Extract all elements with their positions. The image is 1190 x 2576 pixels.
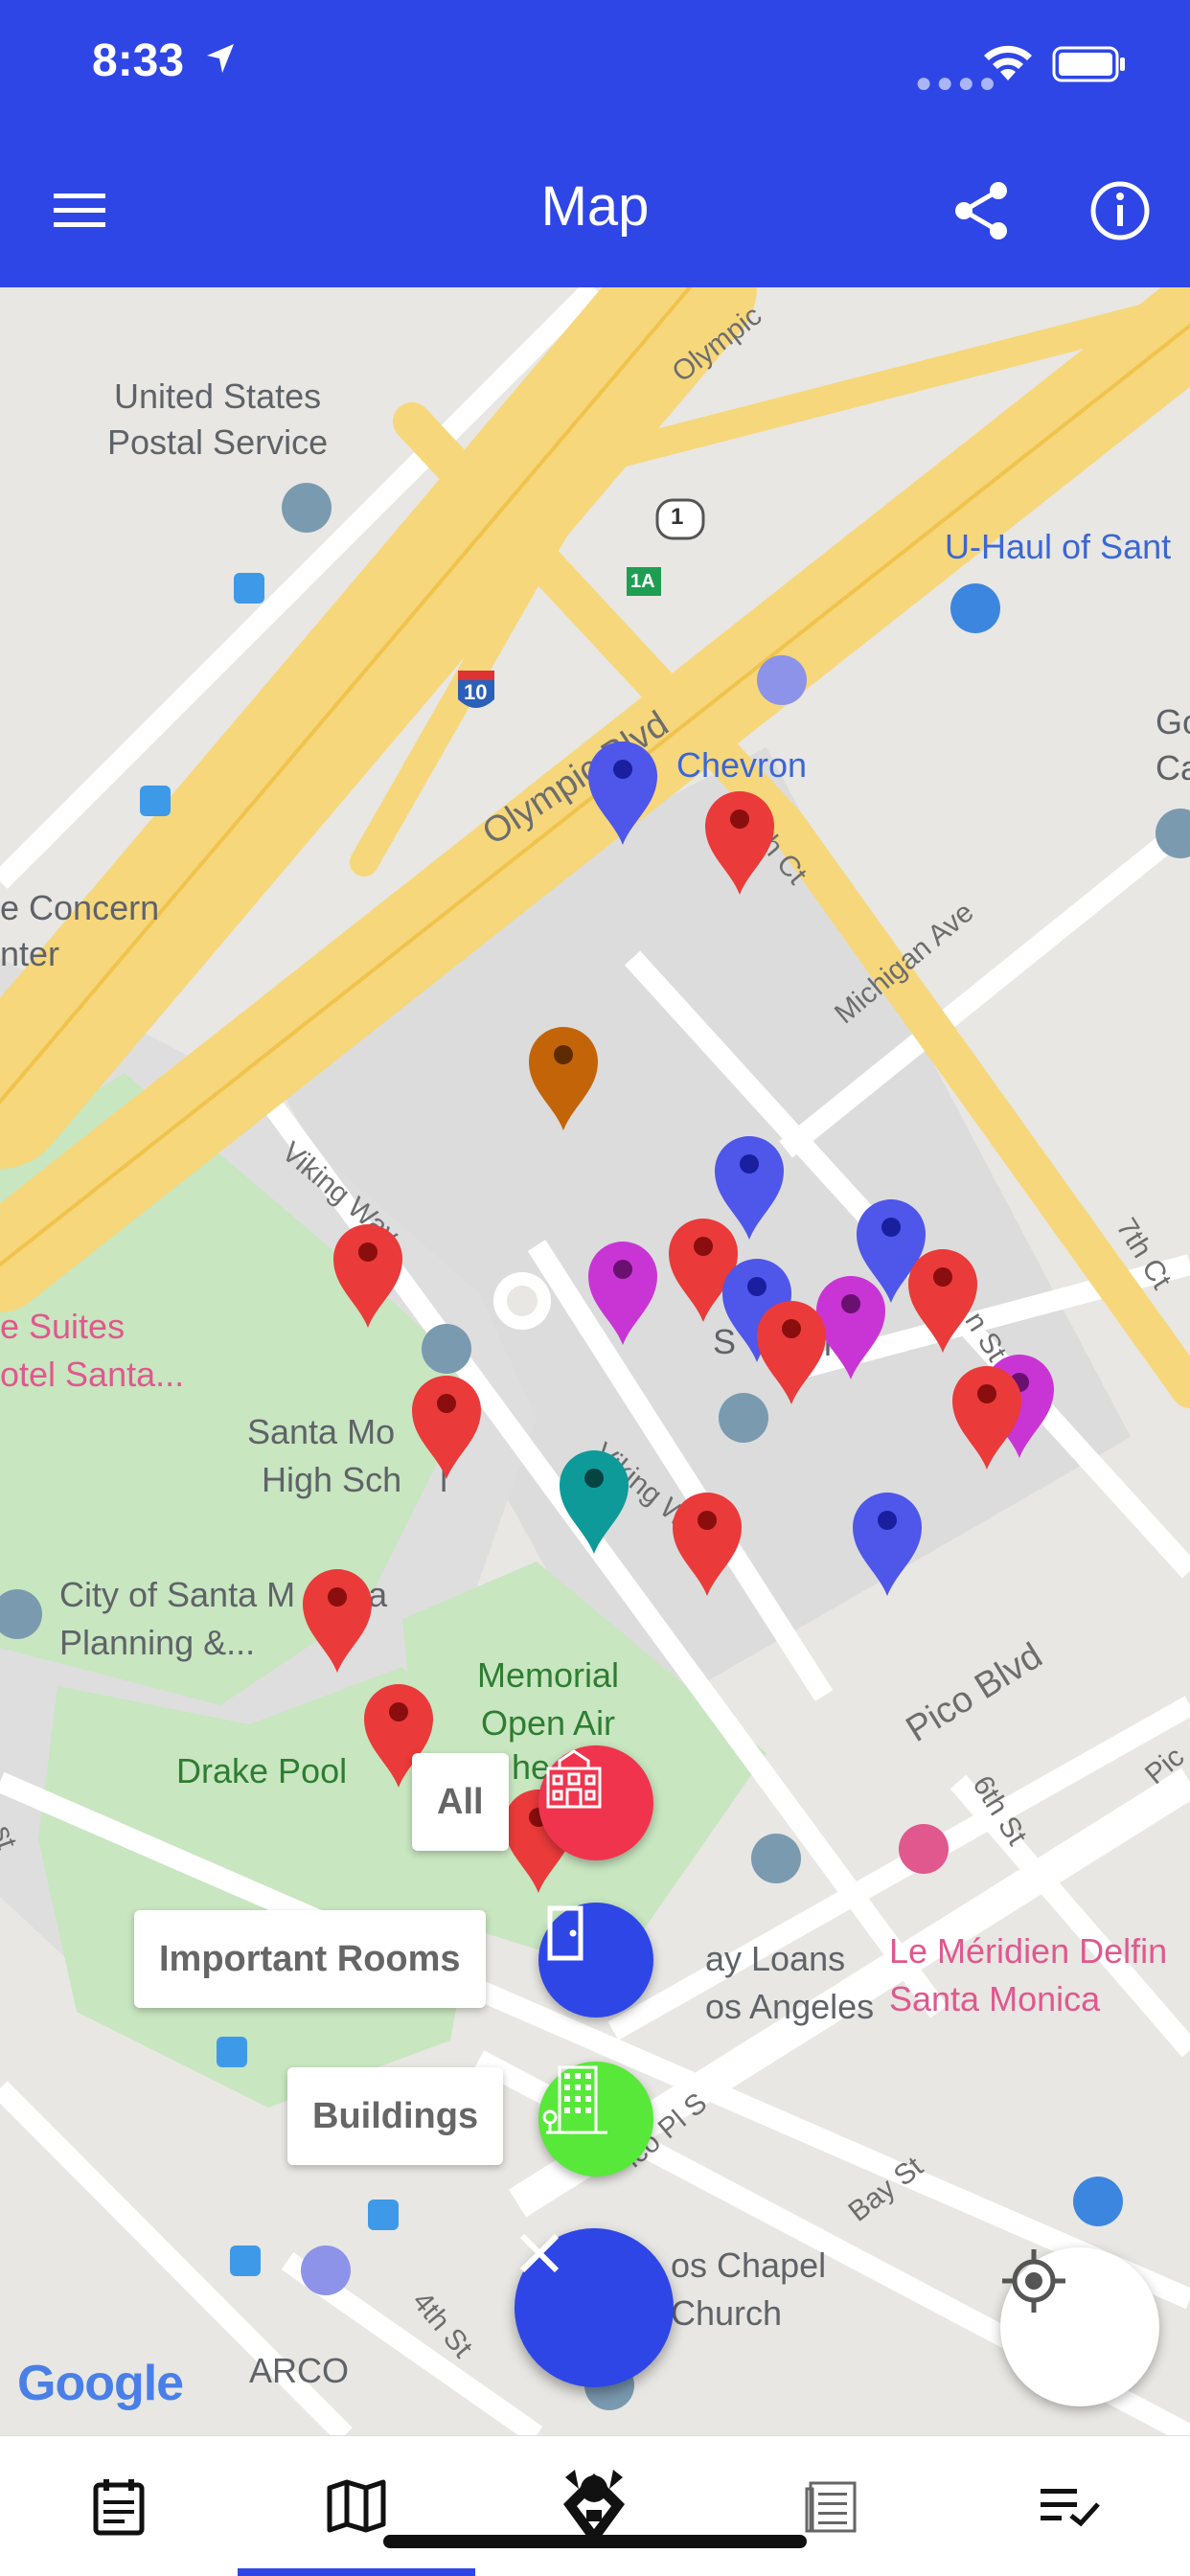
app-bar: Map [0, 125, 1190, 287]
crosshair-location-icon [1002, 2249, 1065, 2313]
my-location-button[interactable] [1000, 2247, 1159, 2406]
door-icon [547, 1905, 584, 1961]
filter-buildings-button[interactable] [538, 2062, 653, 2177]
map-marker-magenta[interactable] [588, 1242, 657, 1345]
map-marker-blue[interactable] [853, 1493, 922, 1596]
bottom-tab-bar [0, 2435, 1190, 2576]
map-marker-red[interactable] [673, 1493, 742, 1596]
schedule-icon [93, 2479, 145, 2536]
share-icon[interactable] [949, 177, 1016, 244]
close-filter-menu-button[interactable] [515, 2228, 674, 2387]
map-view[interactable]: United States Postal Service U-Haul of S… [0, 287, 1190, 2435]
info-icon[interactable] [1087, 177, 1154, 244]
filter-important-rooms-button[interactable] [538, 1903, 653, 2017]
map-icon [327, 2479, 386, 2533]
news-icon [805, 2481, 857, 2533]
map-marker-red[interactable] [908, 1249, 977, 1353]
battery-icon [1052, 46, 1125, 82]
map-marker-teal[interactable] [560, 1450, 629, 1554]
map-marker-red[interactable] [333, 1224, 402, 1328]
home-indicator [383, 2535, 807, 2548]
tab-map[interactable] [238, 2436, 475, 2576]
location-arrow-icon [207, 44, 234, 73]
filter-important-rooms-label[interactable]: Important Rooms [134, 1910, 486, 2008]
tab-home[interactable] [475, 2436, 713, 2576]
status-bar: 8:33 ●●●● [0, 0, 1190, 125]
map-marker-orange[interactable] [529, 1027, 598, 1130]
google-logo: Google [17, 2356, 184, 2411]
map-marker-red[interactable] [705, 791, 774, 895]
map-marker-blue[interactable] [715, 1136, 784, 1240]
tab-news[interactable] [713, 2436, 950, 2576]
filter-all-button[interactable] [538, 1745, 653, 1860]
tab-schedule[interactable] [0, 2436, 238, 2576]
wifi-icon [984, 45, 1032, 80]
close-icon [519, 2233, 560, 2273]
filter-all-label[interactable]: All [412, 1753, 509, 1851]
checklist-icon [1041, 2489, 1100, 2527]
map-marker-blue[interactable] [588, 741, 657, 845]
office-building-icon [542, 2065, 607, 2134]
filter-buildings-label[interactable]: Buildings [287, 2067, 504, 2165]
map-marker-red[interactable] [412, 1376, 481, 1479]
tab-checklist[interactable] [950, 2436, 1188, 2576]
status-time: 8:33 [92, 35, 185, 86]
map-marker-red[interactable] [757, 1301, 826, 1404]
map-marker-red[interactable] [303, 1569, 372, 1673]
school-building-icon [546, 1749, 602, 1809]
map-marker-red[interactable] [952, 1366, 1021, 1470]
map-marker-magenta[interactable] [816, 1276, 885, 1379]
